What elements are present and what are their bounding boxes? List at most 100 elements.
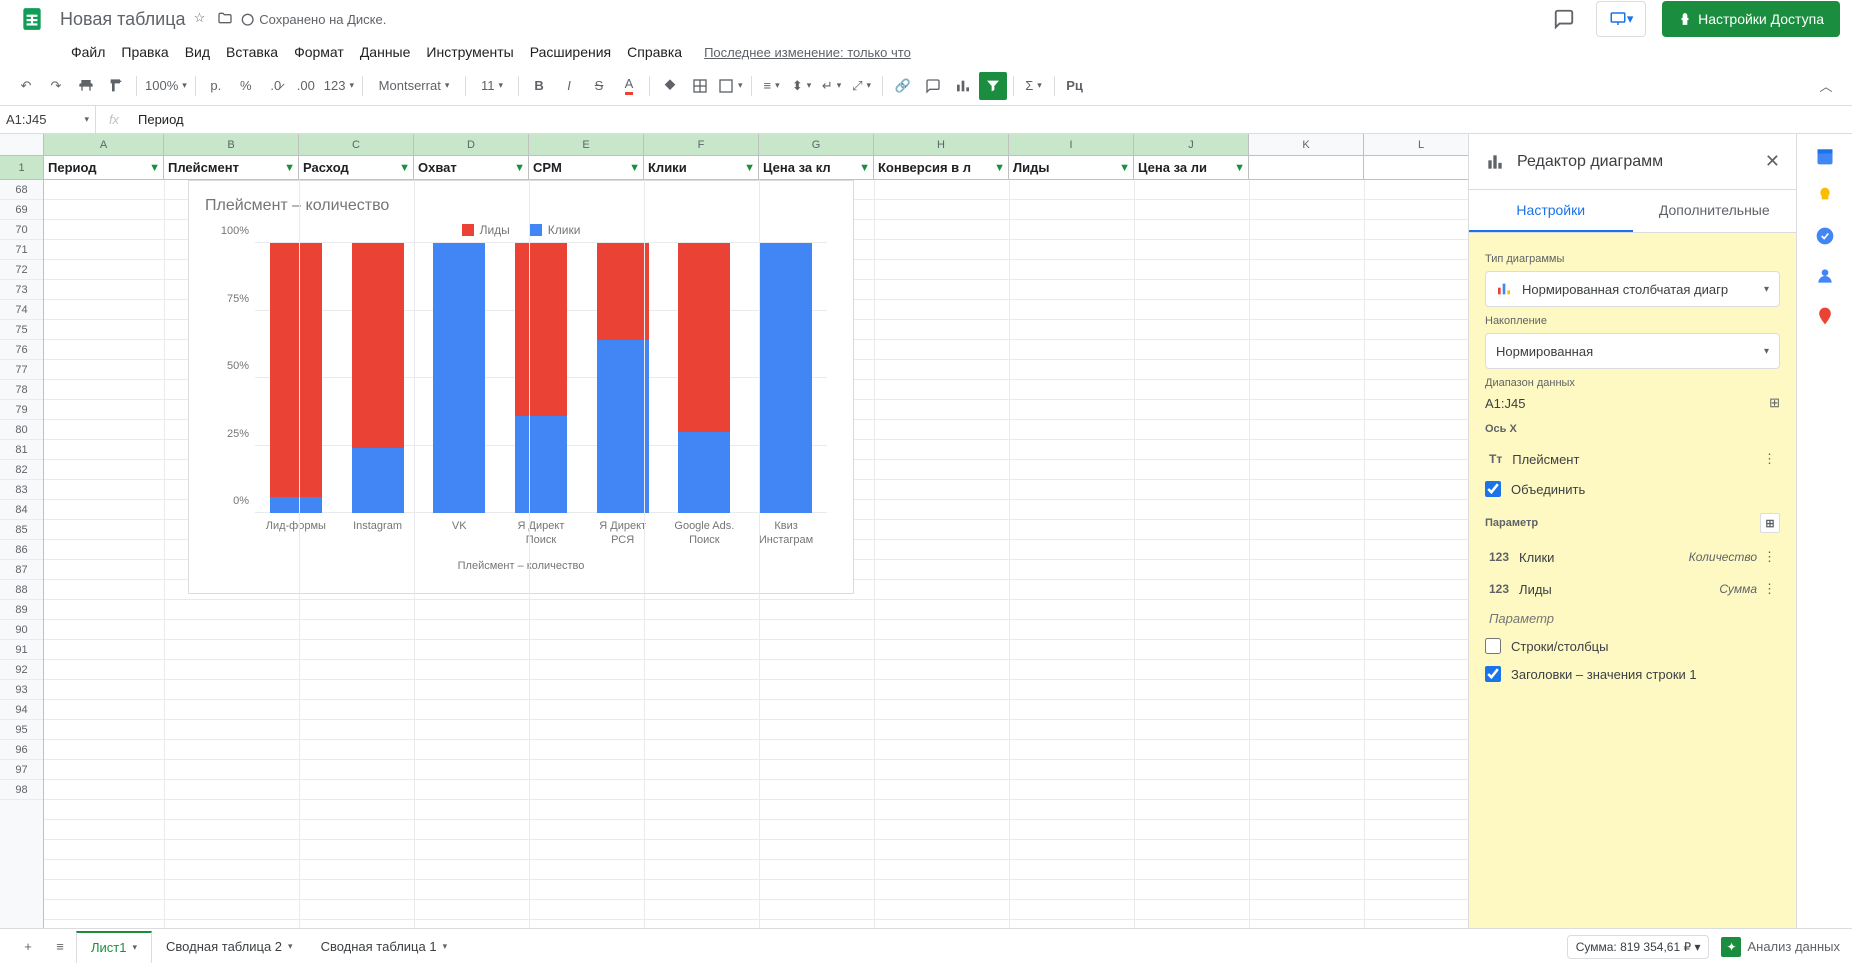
filter-icon[interactable]: ▼ bbox=[149, 162, 160, 174]
col-header[interactable]: F bbox=[644, 134, 759, 155]
row-header[interactable]: 86 bbox=[0, 540, 43, 560]
add-sheet-button[interactable]: + bbox=[12, 931, 44, 963]
row-header[interactable]: 84 bbox=[0, 500, 43, 520]
present-button[interactable]: ▾ bbox=[1596, 1, 1646, 37]
row-header[interactable]: 98 bbox=[0, 780, 43, 800]
valign-button[interactable]: ⬍ bbox=[788, 72, 816, 100]
halign-button[interactable]: ≡ bbox=[758, 72, 786, 100]
menu-edit[interactable]: Правка bbox=[114, 40, 175, 64]
select-all-corner[interactable] bbox=[0, 134, 44, 155]
paint-format-button[interactable] bbox=[102, 72, 130, 100]
row-header[interactable]: 97 bbox=[0, 760, 43, 780]
menu-format[interactable]: Формат bbox=[287, 40, 351, 64]
menu-tools[interactable]: Инструменты bbox=[419, 40, 520, 64]
header-cell[interactable]: Клики▼ bbox=[644, 156, 759, 179]
row-header[interactable]: 82 bbox=[0, 460, 43, 480]
col-header[interactable]: K bbox=[1249, 134, 1364, 155]
series-more-icon[interactable]: ⋮ bbox=[1763, 581, 1776, 597]
header-cell[interactable]: Охват▼ bbox=[414, 156, 529, 179]
add-series-button[interactable]: ⊞ bbox=[1760, 513, 1780, 533]
menu-file[interactable]: Файл bbox=[64, 40, 112, 64]
row-header[interactable]: 78 bbox=[0, 380, 43, 400]
explore-button[interactable]: ✦ Анализ данных bbox=[1721, 937, 1840, 957]
format-more-dropdown[interactable]: 123 bbox=[322, 72, 356, 100]
filter-button[interactable] bbox=[979, 72, 1007, 100]
comments-button[interactable] bbox=[1548, 3, 1580, 35]
filter-icon[interactable]: ▼ bbox=[629, 162, 640, 174]
header-cell[interactable]: Цена за кл▼ bbox=[759, 156, 874, 179]
all-sheets-button[interactable]: ≡ bbox=[44, 931, 76, 963]
row-header[interactable]: 74 bbox=[0, 300, 43, 320]
series-more-icon[interactable]: ⋮ bbox=[1763, 549, 1776, 565]
doc-name[interactable]: Новая таблица bbox=[60, 9, 186, 30]
header-cell[interactable]: Цена за ли▼ bbox=[1134, 156, 1249, 179]
menu-help[interactable]: Справка bbox=[620, 40, 689, 64]
row-header[interactable]: 92 bbox=[0, 660, 43, 680]
redo-button[interactable]: ↷ bbox=[42, 72, 70, 100]
bold-button[interactable]: B bbox=[525, 72, 553, 100]
strike-button[interactable]: S bbox=[585, 72, 613, 100]
functions-button[interactable]: Σ bbox=[1020, 72, 1048, 100]
tasks-icon[interactable] bbox=[1815, 226, 1835, 246]
row-header[interactable]: 85 bbox=[0, 520, 43, 540]
collapse-button[interactable]: ︿ bbox=[1812, 72, 1840, 100]
rotate-button[interactable]: ⤢ bbox=[848, 72, 876, 100]
row-header[interactable]: 90 bbox=[0, 620, 43, 640]
share-button[interactable]: Настройки Доступа bbox=[1662, 1, 1840, 37]
col-header[interactable]: B bbox=[164, 134, 299, 155]
font-dropdown[interactable]: Montserrat bbox=[369, 72, 459, 100]
combine-checkbox[interactable]: Объединить bbox=[1485, 475, 1780, 503]
zoom-dropdown[interactable]: 100% bbox=[143, 72, 189, 100]
series-field[interactable]: 123 Клики Количество ⋮ bbox=[1485, 541, 1780, 573]
row-header[interactable]: 77 bbox=[0, 360, 43, 380]
xaxis-more-icon[interactable]: ⋮ bbox=[1763, 451, 1776, 467]
col-header[interactable]: C bbox=[299, 134, 414, 155]
col-header[interactable]: I bbox=[1009, 134, 1134, 155]
tab-setup[interactable]: Настройки bbox=[1469, 190, 1633, 232]
menu-view[interactable]: Вид bbox=[178, 40, 217, 64]
sheet-tab[interactable]: Лист1 ▾ bbox=[76, 931, 152, 963]
currency-button[interactable]: р. bbox=[202, 72, 230, 100]
row-header[interactable]: 68 bbox=[0, 180, 43, 200]
row-header[interactable]: 87 bbox=[0, 560, 43, 580]
switch-rows-cols-checkbox[interactable]: Строки/столбцы bbox=[1485, 632, 1780, 660]
formula-input[interactable]: Период bbox=[132, 112, 1852, 127]
row-header[interactable]: 73 bbox=[0, 280, 43, 300]
filter-icon[interactable]: ▼ bbox=[399, 162, 410, 174]
fontsize-dropdown[interactable]: 11 bbox=[472, 72, 512, 100]
textcolor-button[interactable]: A bbox=[615, 72, 643, 100]
col-header[interactable]: H bbox=[874, 134, 1009, 155]
add-series-input[interactable] bbox=[1485, 605, 1780, 632]
row-header[interactable]: 91 bbox=[0, 640, 43, 660]
menu-insert[interactable]: Вставка bbox=[219, 40, 285, 64]
percent-button[interactable]: % bbox=[232, 72, 260, 100]
row-header[interactable]: 76 bbox=[0, 340, 43, 360]
col-header[interactable]: G bbox=[759, 134, 874, 155]
sheet-tab[interactable]: Сводная таблица 2 ▾ bbox=[152, 931, 307, 963]
menu-data[interactable]: Данные bbox=[353, 40, 418, 64]
header-cell[interactable]: Плейсмент▼ bbox=[164, 156, 299, 179]
row-header[interactable]: 89 bbox=[0, 600, 43, 620]
filter-icon[interactable]: ▼ bbox=[514, 162, 525, 174]
header-cell[interactable]: CPM▼ bbox=[529, 156, 644, 179]
col-header[interactable]: J bbox=[1134, 134, 1249, 155]
series-field[interactable]: 123 Лиды Сумма ⋮ bbox=[1485, 573, 1780, 605]
data-range-value[interactable]: A1:J45 bbox=[1485, 396, 1525, 411]
filter-icon[interactable]: ▼ bbox=[1119, 162, 1130, 174]
filter-icon[interactable]: ▼ bbox=[1234, 162, 1245, 174]
quicksum-box[interactable]: Сумма: 819 354,61 ₽ ▾ bbox=[1567, 935, 1710, 959]
row-header[interactable]: 75 bbox=[0, 320, 43, 340]
sheet-tab[interactable]: Сводная таблица 1 ▾ bbox=[307, 931, 462, 963]
last-modified[interactable]: Последнее изменение: только что bbox=[697, 41, 918, 64]
chart-type-select[interactable]: Нормированная столбчатая диагр bbox=[1485, 271, 1780, 307]
row-header[interactable]: 80 bbox=[0, 420, 43, 440]
name-box[interactable]: A1:J45 bbox=[0, 106, 96, 133]
italic-button[interactable]: I bbox=[555, 72, 583, 100]
col-header[interactable]: L bbox=[1364, 134, 1468, 155]
header-cell[interactable] bbox=[1249, 156, 1364, 179]
row-header[interactable]: 93 bbox=[0, 680, 43, 700]
sheets-logo[interactable] bbox=[12, 0, 52, 39]
editor-close-button[interactable]: ✕ bbox=[1765, 151, 1780, 172]
undo-button[interactable]: ↶ bbox=[12, 72, 40, 100]
select-range-icon[interactable]: ⊞ bbox=[1769, 395, 1780, 411]
